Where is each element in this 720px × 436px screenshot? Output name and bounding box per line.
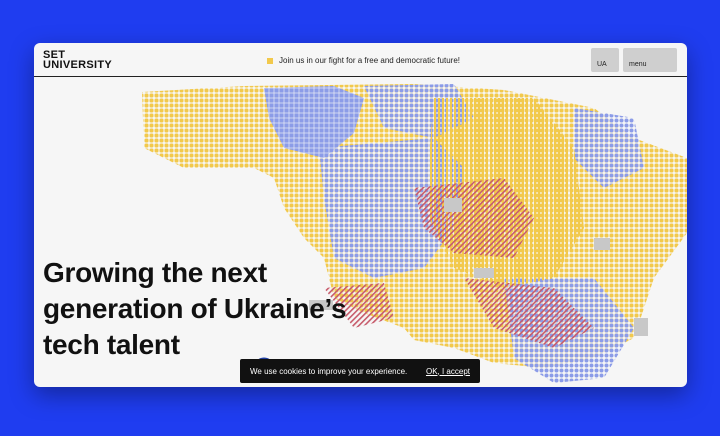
headline-line-2: generation of Ukraine’s — [43, 293, 347, 324]
solidarity-banner: Join us in our fight for a free and demo… — [267, 56, 460, 65]
cookie-text: We use cookies to improve your experienc… — [250, 366, 408, 376]
site-header: SET UNIVERSITY Join us in our fight for … — [34, 43, 687, 77]
headline-line-1: Growing the next — [43, 257, 267, 288]
cookie-banner: We use cookies to improve your experienc… — [240, 359, 480, 383]
hero-headline: Growing the next generation of Ukraine’s… — [43, 255, 347, 363]
language-button[interactable]: UA — [591, 48, 619, 72]
headline-line-3: tech talent — [43, 329, 180, 360]
flag-square-icon — [267, 57, 273, 64]
logo-line2: UNIVERSITY — [43, 59, 113, 71]
browser-window: SET UNIVERSITY Join us in our fight for … — [34, 43, 687, 387]
cookie-accept-link[interactable]: OK, I accept — [426, 367, 470, 376]
menu-button[interactable]: menu — [623, 48, 677, 72]
site-logo[interactable]: SET UNIVERSITY — [43, 50, 113, 71]
banner-text: Join us in our fight for a free and demo… — [279, 56, 460, 65]
